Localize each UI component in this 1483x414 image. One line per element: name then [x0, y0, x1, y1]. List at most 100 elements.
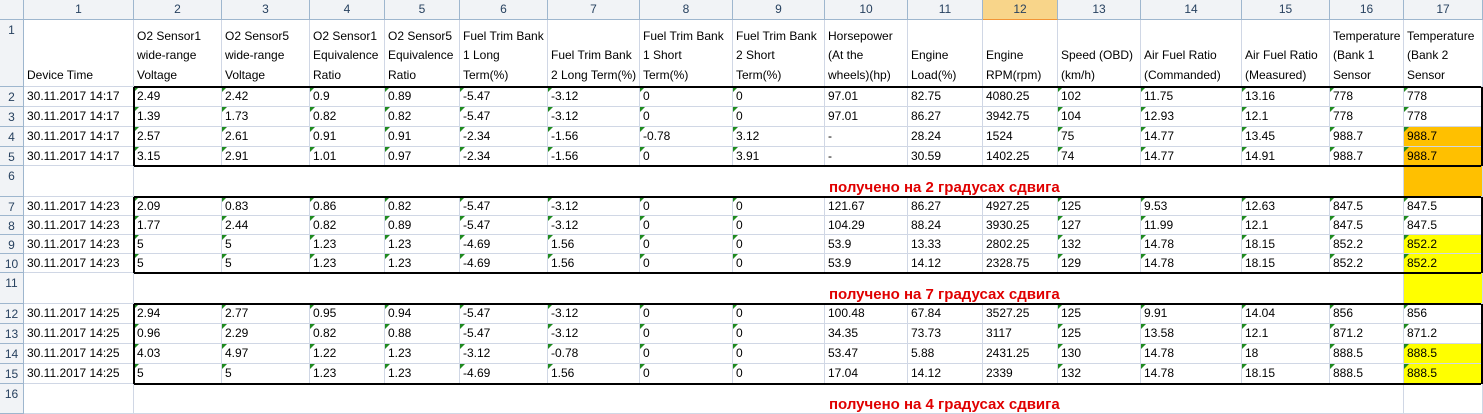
- table-cell[interactable]: 5: [222, 235, 310, 254]
- table-cell[interactable]: 132: [1058, 364, 1141, 384]
- header-cell-3[interactable]: O2 Sensor5 wide-range Voltage: [222, 20, 310, 87]
- table-cell[interactable]: 13.58: [1141, 324, 1242, 344]
- table-cell[interactable]: 18: [1242, 344, 1330, 364]
- header-cell-9[interactable]: Fuel Trim Bank 2 Short Term(%): [733, 20, 825, 87]
- table-cell[interactable]: -3.12: [548, 304, 640, 324]
- column-header-14[interactable]: 14: [1141, 0, 1242, 20]
- header-cell-1[interactable]: Device Time: [24, 20, 134, 87]
- table-cell[interactable]: 0: [733, 254, 825, 273]
- table-cell[interactable]: -5.47: [460, 216, 548, 235]
- table-cell[interactable]: 30.11.2017 14:25: [24, 344, 134, 364]
- table-cell[interactable]: 2339: [983, 364, 1058, 384]
- table-cell[interactable]: 34.35: [825, 324, 908, 344]
- table-cell[interactable]: 73.73: [908, 324, 983, 344]
- table-cell[interactable]: -4.69: [460, 364, 548, 384]
- table-cell[interactable]: 871.2: [1404, 324, 1483, 344]
- table-cell[interactable]: 9.91: [1141, 304, 1242, 324]
- table-cell[interactable]: 5: [134, 254, 222, 273]
- table-cell[interactable]: -0.78: [548, 344, 640, 364]
- table-cell[interactable]: 11.75: [1141, 87, 1242, 107]
- table-cell[interactable]: 847.5: [1404, 197, 1483, 216]
- table-cell[interactable]: -5.47: [460, 107, 548, 127]
- table-cell[interactable]: 127: [1058, 216, 1141, 235]
- table-cell[interactable]: 0: [733, 364, 825, 384]
- table-cell[interactable]: 5: [134, 235, 222, 254]
- table-cell[interactable]: 75: [1058, 127, 1141, 147]
- header-cell-6[interactable]: Fuel Trim Bank 1 Long Term(%): [460, 20, 548, 87]
- table-cell[interactable]: 852.2: [1404, 235, 1483, 254]
- table-cell[interactable]: 30.11.2017 14:23: [24, 235, 134, 254]
- table-cell[interactable]: 125: [1058, 197, 1141, 216]
- table-cell[interactable]: 0.82: [385, 197, 460, 216]
- column-header-6[interactable]: 6: [460, 0, 548, 20]
- table-cell[interactable]: 104: [1058, 107, 1141, 127]
- table-cell[interactable]: -3.12: [548, 324, 640, 344]
- header-cell-11[interactable]: Engine Load(%): [908, 20, 983, 87]
- table-cell[interactable]: -: [825, 147, 908, 166]
- column-header-11[interactable]: 11: [908, 0, 983, 20]
- table-cell[interactable]: -2.34: [460, 147, 548, 166]
- table-cell[interactable]: 100.48: [825, 304, 908, 324]
- row-header-15[interactable]: 15: [0, 364, 24, 384]
- row-header-9[interactable]: 9: [0, 235, 24, 254]
- header-cell-2[interactable]: O2 Sensor1 wide-range Voltage: [134, 20, 222, 87]
- table-cell[interactable]: 1.56: [548, 235, 640, 254]
- table-cell[interactable]: 0.94: [385, 304, 460, 324]
- table-cell[interactable]: 0.91: [385, 127, 460, 147]
- row-header-14[interactable]: 14: [0, 344, 24, 364]
- table-cell[interactable]: 2.49: [134, 87, 222, 107]
- row-header-7[interactable]: 7: [0, 197, 24, 216]
- table-cell[interactable]: 12.1: [1242, 107, 1330, 127]
- table-cell[interactable]: 2802.25: [983, 235, 1058, 254]
- table-cell[interactable]: -2.34: [460, 127, 548, 147]
- table-cell[interactable]: 104.29: [825, 216, 908, 235]
- table-cell[interactable]: 0: [640, 344, 733, 364]
- table-cell[interactable]: 871.2: [1330, 324, 1404, 344]
- table-cell[interactable]: 30.11.2017 14:23: [24, 197, 134, 216]
- table-cell[interactable]: -4.69: [460, 235, 548, 254]
- table-cell[interactable]: 0.89: [385, 216, 460, 235]
- table-cell[interactable]: 888.5: [1404, 364, 1483, 384]
- table-cell[interactable]: -3.12: [548, 197, 640, 216]
- table-cell[interactable]: 130: [1058, 344, 1141, 364]
- table-cell[interactable]: 1.73: [222, 107, 310, 127]
- table-cell[interactable]: 4.97: [222, 344, 310, 364]
- table-cell[interactable]: -3.12: [548, 87, 640, 107]
- table-cell[interactable]: 1524: [983, 127, 1058, 147]
- header-cell-7[interactable]: Fuel Trim Bank 2 Long Term(%): [548, 20, 640, 87]
- table-cell[interactable]: 1.23: [385, 344, 460, 364]
- column-header-3[interactable]: 3: [222, 0, 310, 20]
- table-cell[interactable]: -3.12: [548, 107, 640, 127]
- table-cell[interactable]: 0: [640, 216, 733, 235]
- table-cell[interactable]: 0: [733, 197, 825, 216]
- table-cell[interactable]: 2.09: [134, 197, 222, 216]
- table-cell[interactable]: 30.11.2017 14:17: [24, 107, 134, 127]
- table-cell[interactable]: 778: [1404, 87, 1483, 107]
- table-cell[interactable]: [24, 273, 134, 304]
- table-cell[interactable]: 2431.25: [983, 344, 1058, 364]
- table-cell[interactable]: 30.11.2017 14:25: [24, 324, 134, 344]
- table-cell[interactable]: 0: [640, 107, 733, 127]
- merged-cell[interactable]: [134, 384, 1404, 414]
- table-cell[interactable]: 12.63: [1242, 197, 1330, 216]
- table-cell[interactable]: 888.5: [1330, 364, 1404, 384]
- table-cell[interactable]: 14.77: [1141, 127, 1242, 147]
- table-cell[interactable]: 14.78: [1141, 254, 1242, 273]
- table-cell[interactable]: 3930.25: [983, 216, 1058, 235]
- table-cell[interactable]: 2.29: [222, 324, 310, 344]
- table-cell[interactable]: 121.67: [825, 197, 908, 216]
- table-cell[interactable]: 847.5: [1404, 216, 1483, 235]
- table-cell[interactable]: 1.56: [548, 364, 640, 384]
- table-cell[interactable]: 2.91: [222, 147, 310, 166]
- table-cell[interactable]: 2.61: [222, 127, 310, 147]
- table-cell[interactable]: -5.47: [460, 197, 548, 216]
- table-cell[interactable]: 0: [733, 324, 825, 344]
- header-cell-16[interactable]: Temperature (Bank 1 Sensor: [1330, 20, 1404, 87]
- table-cell[interactable]: 4080.25: [983, 87, 1058, 107]
- row-header-16[interactable]: 16: [0, 384, 24, 414]
- table-cell[interactable]: 11.99: [1141, 216, 1242, 235]
- column-header-10[interactable]: 10: [825, 0, 908, 20]
- row-header-6[interactable]: 6: [0, 166, 24, 197]
- table-cell[interactable]: -5.47: [460, 324, 548, 344]
- table-cell[interactable]: 18.15: [1242, 364, 1330, 384]
